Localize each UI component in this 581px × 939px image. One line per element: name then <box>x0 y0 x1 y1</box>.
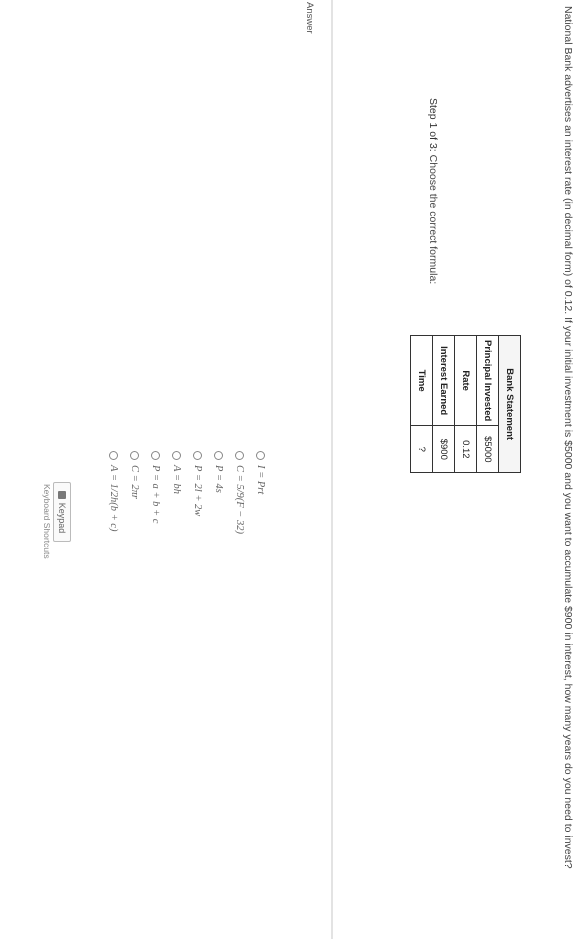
principal-value: $5000 <box>476 425 499 473</box>
option-trapezoid-area[interactable]: A = 1/2h(b + c) <box>103 451 124 534</box>
time-label: Time <box>410 335 433 426</box>
divider <box>331 0 333 939</box>
option-square-perimeter[interactable]: P = 4s <box>208 451 229 534</box>
option-label: P = 2l + 2w <box>192 465 203 517</box>
option-rectangle-perimeter[interactable]: P = 2l + 2w <box>187 451 208 534</box>
option-label: A = bh <box>171 465 182 495</box>
option-label: C = 2πr <box>129 465 140 499</box>
option-label: P = 4s <box>213 465 224 493</box>
radio-icon[interactable] <box>109 451 118 460</box>
keypad-button[interactable]: Keypad <box>53 482 71 542</box>
radio-icon[interactable] <box>193 451 202 460</box>
interest-label: Interest Earned <box>432 335 455 426</box>
keypad-icon <box>58 490 66 499</box>
table-row: Rate 0.12 <box>454 335 477 473</box>
principal-label: Principal Invested <box>476 335 499 426</box>
radio-icon[interactable] <box>172 451 181 460</box>
radio-icon[interactable] <box>130 451 139 460</box>
option-area[interactable]: A = bh <box>166 451 187 534</box>
step-number: Step 1 of 3: <box>427 98 439 152</box>
option-label: A = 1/2h(b + c) <box>108 465 119 532</box>
radio-icon[interactable] <box>256 451 265 460</box>
answer-label: Answer <box>304 2 315 34</box>
option-triangle-perimeter[interactable]: P = a + b + c <box>145 451 166 534</box>
table-row: Time ? <box>410 335 433 473</box>
step-text: Choose the correct formula: <box>427 154 439 285</box>
step-instruction: Step 1 of 3: Choose the correct formula: <box>427 98 439 284</box>
option-label: C = 5/9(F − 32) <box>234 465 245 534</box>
formula-options: I = Prt C = 5/9(F − 32) P = 4s P = 2l + … <box>103 451 271 534</box>
question-text: National Bank advertises an interest rat… <box>562 6 574 869</box>
radio-icon[interactable] <box>151 451 160 460</box>
time-value: ? <box>410 425 433 473</box>
option-label: P = a + b + c <box>150 465 161 524</box>
keyboard-shortcuts-link[interactable]: Keyboard Shortcuts <box>42 484 52 559</box>
radio-icon[interactable] <box>235 451 244 460</box>
keypad-label: Keypad <box>57 502 67 534</box>
rate-label: Rate <box>454 335 477 426</box>
option-label: I = Prt <box>255 465 266 495</box>
interest-value: $900 <box>432 425 455 473</box>
option-temperature-formula[interactable]: C = 5/9(F − 32) <box>229 451 250 534</box>
table-row: Interest Earned $900 <box>432 335 455 473</box>
radio-icon[interactable] <box>214 451 223 460</box>
option-interest-formula[interactable]: I = Prt <box>250 451 271 534</box>
bank-statement-table: Bank Statement Principal Invested $5000 … <box>410 335 521 473</box>
rate-value: 0.12 <box>454 425 477 473</box>
table-row: Principal Invested $5000 <box>476 335 499 473</box>
option-circumference[interactable]: C = 2πr <box>124 451 145 534</box>
page: National Bank advertises an interest rat… <box>0 0 581 939</box>
bank-statement-title: Bank Statement <box>498 335 521 473</box>
